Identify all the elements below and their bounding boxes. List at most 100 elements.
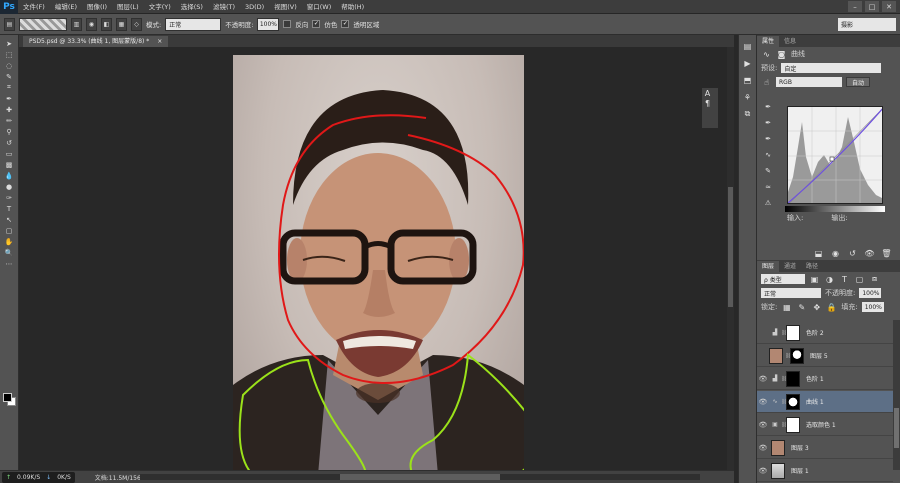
menu-file[interactable]: 文件(F) bbox=[18, 0, 50, 14]
document-close-icon[interactable]: × bbox=[157, 38, 162, 45]
crop-tool-icon[interactable]: ⌗ bbox=[2, 83, 16, 92]
paragraph-icon[interactable]: ¶ bbox=[702, 98, 713, 108]
gradient-preview[interactable] bbox=[19, 17, 67, 31]
move-tool-icon[interactable]: ➤ bbox=[2, 39, 16, 48]
portrait-photo[interactable] bbox=[233, 55, 524, 470]
layer-row[interactable]: 👁 ▣ ⛓ 选取颜色 1 bbox=[757, 414, 893, 436]
canvas-scroll-thumb[interactable] bbox=[728, 187, 733, 307]
eyedropper-white-icon[interactable]: ✒ bbox=[762, 134, 774, 144]
filter-pixel-icon[interactable]: ▣ bbox=[809, 274, 820, 284]
layer-mask-thumb[interactable] bbox=[786, 324, 800, 341]
dither-checkbox[interactable]: ✓ bbox=[312, 20, 321, 28]
history-icon[interactable]: ▤ bbox=[742, 41, 753, 51]
path-select-icon[interactable]: ↖ bbox=[2, 215, 16, 224]
layer-mask-thumb[interactable] bbox=[786, 393, 800, 410]
lock-pixels-icon[interactable]: ✎ bbox=[796, 302, 807, 312]
filter-adjust-icon[interactable]: ◑ bbox=[824, 274, 835, 284]
dodge-tool-icon[interactable]: ● bbox=[2, 182, 16, 191]
input-gradient-bar[interactable] bbox=[785, 206, 885, 212]
target-adjust-icon[interactable]: ☝ bbox=[761, 77, 772, 87]
layers-scroll-thumb[interactable] bbox=[894, 408, 899, 448]
character-icon[interactable]: A bbox=[702, 88, 713, 98]
layer-mask-thumb[interactable] bbox=[786, 416, 800, 433]
foreground-color-swatch[interactable] bbox=[3, 393, 12, 402]
eyedropper-tool-icon[interactable]: ✒ bbox=[2, 94, 16, 103]
clip-to-layer-icon[interactable]: ⬓ bbox=[813, 248, 824, 258]
layers-scrollbar[interactable] bbox=[893, 320, 900, 470]
blur-tool-icon[interactable]: 💧 bbox=[2, 171, 16, 180]
eye-icon[interactable]: 👁 bbox=[757, 421, 769, 429]
shape-tool-icon[interactable]: ▢ bbox=[2, 226, 16, 235]
warning-icon[interactable]: ⚠ bbox=[762, 198, 774, 208]
tab-paths[interactable]: 路径 bbox=[801, 261, 823, 272]
clone-source-icon[interactable]: ⚘ bbox=[742, 92, 753, 102]
filter-type-icon[interactable]: T bbox=[839, 274, 850, 284]
layer-thumb[interactable] bbox=[769, 347, 783, 364]
filter-shape-icon[interactable]: ▢ bbox=[854, 274, 865, 284]
smooth-icon[interactable]: ≈ bbox=[762, 182, 774, 192]
layer-row[interactable]: 👁 图层 3 bbox=[757, 437, 893, 459]
marquee-tool-icon[interactable]: ⬚ bbox=[2, 50, 16, 59]
eye-icon[interactable]: 👁 bbox=[757, 467, 769, 475]
maximize-icon[interactable]: □ bbox=[865, 1, 879, 12]
zoom-tool-icon[interactable]: 🔍 bbox=[2, 248, 16, 257]
layer-row[interactable]: 👁 ∿ ⛓ 曲线 1 bbox=[757, 391, 893, 413]
curve-edit-icon[interactable]: ∿ bbox=[762, 150, 774, 160]
reset-icon[interactable]: ↺ bbox=[847, 248, 858, 258]
more-tools-icon[interactable]: ⋯ bbox=[2, 259, 16, 268]
history-brush-icon[interactable]: ↺ bbox=[2, 138, 16, 147]
quick-select-icon[interactable]: ✎ bbox=[2, 72, 16, 81]
tab-info[interactable]: 信息 bbox=[779, 36, 801, 47]
healing-brush-icon[interactable]: ✚ bbox=[2, 105, 16, 114]
hand-tool-icon[interactable]: ✋ bbox=[2, 237, 16, 246]
layer-mask-thumb[interactable] bbox=[786, 370, 800, 387]
diamond-gradient-icon[interactable]: ◇ bbox=[131, 17, 142, 31]
actions-play-icon[interactable]: ▶ bbox=[742, 58, 753, 68]
menu-3d[interactable]: 3D(D) bbox=[240, 0, 269, 14]
transparency-checkbox[interactable]: ✓ bbox=[341, 20, 350, 28]
document-tab[interactable]: PSD5.psd @ 33.3% (曲线 1, 图层蒙版/8) * × bbox=[23, 36, 169, 47]
channel-select[interactable]: RGB bbox=[776, 77, 842, 87]
menu-type[interactable]: 文字(Y) bbox=[144, 0, 176, 14]
filter-smart-icon[interactable]: ⧈ bbox=[869, 274, 880, 284]
menu-image[interactable]: 图像(I) bbox=[82, 0, 112, 14]
pencil-icon[interactable]: ✎ bbox=[762, 166, 774, 176]
eyedropper-black-icon[interactable]: ✒ bbox=[762, 102, 774, 112]
menu-view[interactable]: 视图(V) bbox=[269, 0, 302, 14]
close-icon[interactable]: ✕ bbox=[882, 1, 896, 12]
view-previous-icon[interactable]: ◉ bbox=[830, 248, 841, 258]
lock-position-icon[interactable]: ✥ bbox=[811, 302, 822, 312]
gradient-tool-icon[interactable]: ▩ bbox=[2, 160, 16, 169]
clone-stamp-icon[interactable]: ⚲ bbox=[2, 127, 16, 136]
preset-select[interactable]: 自定 bbox=[781, 63, 882, 73]
eye-icon[interactable]: 👁 bbox=[757, 444, 769, 452]
menu-layer[interactable]: 图层(L) bbox=[112, 0, 144, 14]
menu-edit[interactable]: 编辑(E) bbox=[50, 0, 82, 14]
eye-icon[interactable]: 👁 bbox=[757, 398, 769, 406]
canvas-vertical-scrollbar[interactable] bbox=[727, 47, 734, 470]
blend-mode-select[interactable]: 正常 bbox=[761, 288, 821, 298]
eyedropper-gray-icon[interactable]: ✒ bbox=[762, 118, 774, 128]
eye-icon[interactable]: 👁 bbox=[757, 375, 769, 383]
menu-select[interactable]: 选择(S) bbox=[176, 0, 208, 14]
layer-filter-select[interactable]: ρ 类型 bbox=[761, 274, 805, 284]
workspace-select[interactable]: 摄影 bbox=[838, 18, 896, 31]
brush-tool-icon[interactable]: ✏ bbox=[2, 116, 16, 125]
tab-properties[interactable]: 属性 bbox=[757, 36, 780, 47]
minimize-icon[interactable]: – bbox=[848, 1, 862, 12]
tab-channels[interactable]: 通道 bbox=[779, 261, 801, 272]
layer-opacity-input[interactable]: 100% bbox=[859, 288, 882, 298]
type-tool-icon[interactable]: T bbox=[2, 204, 16, 213]
lock-transparent-icon[interactable]: ▦ bbox=[781, 302, 792, 312]
brush-presets-icon[interactable]: ⬒ bbox=[742, 75, 753, 85]
eraser-tool-icon[interactable]: ▭ bbox=[2, 149, 16, 158]
tool-preset-picker[interactable]: ▤ bbox=[4, 17, 15, 31]
reflected-gradient-icon[interactable]: ▦ bbox=[116, 17, 127, 31]
radial-gradient-icon[interactable]: ◉ bbox=[86, 17, 97, 31]
lasso-tool-icon[interactable]: ◌ bbox=[2, 61, 16, 70]
canvas-horizontal-scrollbar[interactable] bbox=[140, 474, 700, 480]
curves-graph[interactable] bbox=[787, 106, 883, 204]
tab-layers[interactable]: 图层 bbox=[757, 261, 780, 272]
layer-thumb[interactable] bbox=[771, 462, 785, 479]
layer-row[interactable]: ⛓ 图层 5 bbox=[757, 345, 893, 367]
